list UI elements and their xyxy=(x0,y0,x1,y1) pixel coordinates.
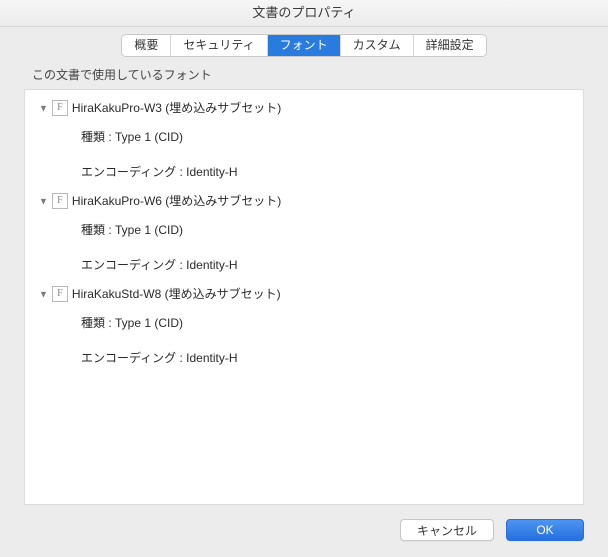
font-item[interactable]: ▼ F HiraKakuStd-W8 (埋め込みサブセット) xyxy=(25,282,583,305)
tab-advanced[interactable]: 詳細設定 xyxy=(414,35,486,56)
window-title: 文書のプロパティ xyxy=(0,0,608,27)
font-encoding-label: エンコーディング : xyxy=(81,165,186,179)
ok-button[interactable]: OK xyxy=(506,519,584,541)
tab-fonts[interactable]: フォント xyxy=(268,35,341,56)
font-encoding-label: エンコーディング : xyxy=(81,351,186,365)
disclosure-triangle-icon[interactable]: ▼ xyxy=(39,288,48,299)
dialog-button-bar: キャンセル OK xyxy=(0,505,608,557)
tab-security[interactable]: セキュリティ xyxy=(171,35,267,56)
fonts-caption: この文書で使用しているフォント xyxy=(0,66,608,87)
tab-summary[interactable]: 概要 xyxy=(122,35,171,56)
font-type-value: Type 1 (CID) xyxy=(115,223,183,237)
cancel-button[interactable]: キャンセル xyxy=(400,519,494,541)
font-item[interactable]: ▼ F HiraKakuPro-W6 (埋め込みサブセット) xyxy=(25,189,583,212)
font-encoding-label: エンコーディング : xyxy=(81,258,186,272)
font-encoding-value: Identity-H xyxy=(186,351,237,365)
disclosure-triangle-icon[interactable]: ▼ xyxy=(39,102,48,113)
font-name: HiraKakuStd-W8 (埋め込みサブセット) xyxy=(72,285,281,302)
tab-bar: 概要 セキュリティ フォント カスタム 詳細設定 xyxy=(0,27,608,66)
font-icon: F xyxy=(52,100,68,116)
font-encoding-row: エンコーディング : Identity-H xyxy=(25,340,583,375)
font-name: HiraKakuPro-W3 (埋め込みサブセット) xyxy=(72,99,281,116)
font-type-label: 種類 : xyxy=(81,316,115,330)
font-type-label: 種類 : xyxy=(81,130,115,144)
font-item[interactable]: ▼ F HiraKakuPro-W3 (埋め込みサブセット) xyxy=(25,96,583,119)
font-encoding-value: Identity-H xyxy=(186,165,237,179)
font-type-row: 種類 : Type 1 (CID) xyxy=(25,119,583,154)
tab-custom[interactable]: カスタム xyxy=(341,35,414,56)
font-type-value: Type 1 (CID) xyxy=(115,130,183,144)
font-name: HiraKakuPro-W6 (埋め込みサブセット) xyxy=(72,192,281,209)
font-icon: F xyxy=(52,286,68,302)
font-encoding-row: エンコーディング : Identity-H xyxy=(25,154,583,189)
font-icon: F xyxy=(52,193,68,209)
disclosure-triangle-icon[interactable]: ▼ xyxy=(39,195,48,206)
tab-segmented-control: 概要 セキュリティ フォント カスタム 詳細設定 xyxy=(122,35,485,56)
font-type-value: Type 1 (CID) xyxy=(115,316,183,330)
font-encoding-row: エンコーディング : Identity-H xyxy=(25,247,583,282)
font-type-row: 種類 : Type 1 (CID) xyxy=(25,305,583,340)
font-type-label: 種類 : xyxy=(81,223,115,237)
document-properties-dialog: 文書のプロパティ 概要 セキュリティ フォント カスタム 詳細設定 この文書で使… xyxy=(0,0,608,557)
font-encoding-value: Identity-H xyxy=(186,258,237,272)
fonts-list-panel[interactable]: ▼ F HiraKakuPro-W3 (埋め込みサブセット) 種類 : Type… xyxy=(24,89,584,505)
font-type-row: 種類 : Type 1 (CID) xyxy=(25,212,583,247)
